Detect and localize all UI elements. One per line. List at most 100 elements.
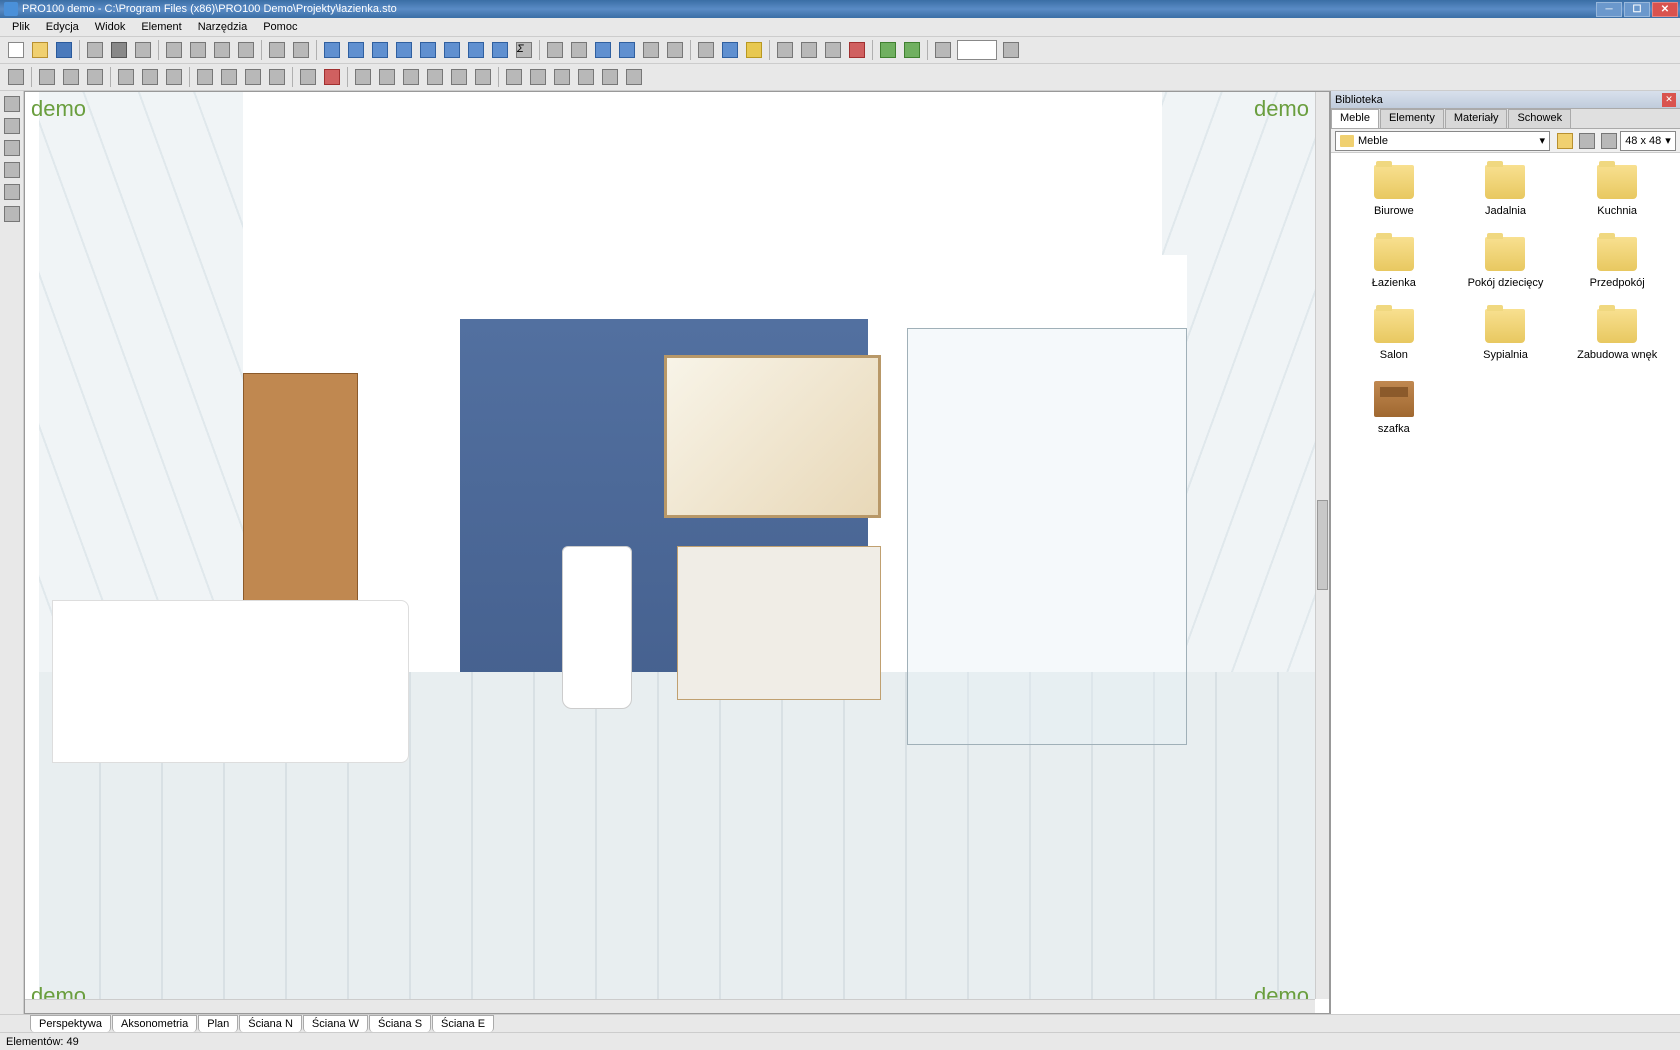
library-item-kuchnia[interactable]: Kuchnia [1566, 165, 1668, 217]
snap-icon[interactable] [5, 66, 27, 88]
minimize-button[interactable]: ─ [1596, 2, 1622, 17]
tool-e-icon[interactable] [640, 39, 662, 61]
tab-plan[interactable]: Plan [198, 1015, 238, 1032]
tab-materialy[interactable]: Materiały [1445, 109, 1508, 128]
tool-f-icon[interactable] [664, 39, 686, 61]
shape2-icon[interactable] [2, 160, 22, 180]
library-item-łazienka[interactable]: Łazienka [1343, 237, 1445, 289]
sel2-icon[interactable] [139, 66, 161, 88]
globe1-icon[interactable] [877, 39, 899, 61]
copy-icon[interactable] [187, 39, 209, 61]
new-icon[interactable] [5, 39, 27, 61]
move-icon[interactable] [242, 66, 264, 88]
tool-a-icon[interactable] [544, 39, 566, 61]
tab-aksonometria[interactable]: Aksonometria [112, 1015, 197, 1032]
align2-icon[interactable] [60, 66, 82, 88]
close-button[interactable]: ✕ [1652, 2, 1678, 17]
library-item-zabudowa-wnęk[interactable]: Zabudowa wnęk [1566, 309, 1668, 361]
icon-size-combo[interactable]: 48 x 48 ▾ [1620, 131, 1676, 151]
tab-elementy[interactable]: Elementy [1380, 109, 1444, 128]
sel1-icon[interactable] [115, 66, 137, 88]
view5-icon[interactable] [441, 39, 463, 61]
zoom-out-icon[interactable] [932, 39, 954, 61]
d2-icon[interactable] [376, 66, 398, 88]
tab-schowek[interactable]: Schowek [1508, 109, 1571, 128]
redo-icon[interactable] [290, 39, 312, 61]
e3-icon[interactable] [551, 66, 573, 88]
ruler-icon[interactable] [822, 39, 844, 61]
library-folder-combo[interactable]: Meble ▾ [1335, 131, 1550, 151]
render1-icon[interactable] [695, 39, 717, 61]
align3-icon[interactable] [84, 66, 106, 88]
library-close-icon[interactable]: ✕ [1662, 93, 1676, 107]
undo-icon[interactable] [266, 39, 288, 61]
zoom-icon[interactable] [2, 204, 22, 224]
tab-perspektywa[interactable]: Perspektywa [30, 1015, 111, 1032]
paste-icon[interactable] [211, 39, 233, 61]
group-icon[interactable] [297, 66, 319, 88]
menu-edycja[interactable]: Edycja [38, 19, 87, 35]
sigma-icon[interactable]: Σ [513, 39, 535, 61]
zoom-in-icon[interactable] [1000, 39, 1022, 61]
grid-view-icon[interactable] [1599, 131, 1619, 151]
view2-icon[interactable] [369, 39, 391, 61]
menu-narzedzia[interactable]: Narzędzia [190, 19, 256, 35]
rot2-icon[interactable] [218, 66, 240, 88]
globe2-icon[interactable] [901, 39, 923, 61]
library-item-pokój-dziecięcy[interactable]: Pokój dziecięcy [1455, 237, 1557, 289]
scrollbar-horizontal[interactable] [25, 999, 1315, 1013]
tab-sciana-s[interactable]: Ściana S [369, 1015, 431, 1032]
grid-icon[interactable] [798, 39, 820, 61]
library-item-sypialnia[interactable]: Sypialnia [1455, 309, 1557, 361]
e6-icon[interactable] [623, 66, 645, 88]
menu-widok[interactable]: Widok [87, 19, 134, 35]
export-icon[interactable] [84, 39, 106, 61]
library-item-salon[interactable]: Salon [1343, 309, 1445, 361]
hand-icon[interactable] [2, 116, 22, 136]
open-icon[interactable] [29, 39, 51, 61]
d1-icon[interactable] [352, 66, 374, 88]
menu-pomoc[interactable]: Pomoc [255, 19, 305, 35]
render2-icon[interactable] [719, 39, 741, 61]
maximize-button[interactable]: ☐ [1624, 2, 1650, 17]
magnet-icon[interactable] [846, 39, 868, 61]
shape3-icon[interactable] [2, 182, 22, 202]
light-icon[interactable] [743, 39, 765, 61]
view4-icon[interactable] [417, 39, 439, 61]
tool-d-icon[interactable] [616, 39, 638, 61]
library-item-jadalnia[interactable]: Jadalnia [1455, 165, 1557, 217]
d3-icon[interactable] [400, 66, 422, 88]
e5-icon[interactable] [599, 66, 621, 88]
up-folder-icon[interactable] [1555, 131, 1575, 151]
rot1-icon[interactable] [194, 66, 216, 88]
d5-icon[interactable] [448, 66, 470, 88]
wand-icon[interactable] [774, 39, 796, 61]
preview-icon[interactable] [132, 39, 154, 61]
d4-icon[interactable] [424, 66, 446, 88]
tool-c-icon[interactable] [592, 39, 614, 61]
scrollbar-vertical[interactable] [1315, 92, 1329, 999]
menu-element[interactable]: Element [133, 19, 189, 35]
save-icon[interactable] [53, 39, 75, 61]
viewport-3d[interactable]: demo demo demo demo [24, 91, 1330, 1014]
view3-icon[interactable] [393, 39, 415, 61]
tab-meble[interactable]: Meble [1331, 109, 1379, 128]
zoom-combo[interactable] [957, 40, 997, 60]
target-icon[interactable] [321, 66, 343, 88]
cut-icon[interactable] [163, 39, 185, 61]
view7-icon[interactable] [489, 39, 511, 61]
d6-icon[interactable] [472, 66, 494, 88]
print-icon[interactable] [108, 39, 130, 61]
tab-sciana-w[interactable]: Ściana W [303, 1015, 368, 1032]
dim-icon[interactable] [321, 39, 343, 61]
sel3-icon[interactable] [163, 66, 185, 88]
paste2-icon[interactable] [235, 39, 257, 61]
e2-icon[interactable] [527, 66, 549, 88]
list-view-icon[interactable] [1577, 131, 1597, 151]
tool-b-icon[interactable] [568, 39, 590, 61]
menu-plik[interactable]: Plik [4, 19, 38, 35]
scroll-thumb[interactable] [1317, 500, 1328, 590]
tab-sciana-n[interactable]: Ściana N [239, 1015, 302, 1032]
e1-icon[interactable] [503, 66, 525, 88]
pointer-icon[interactable] [2, 94, 22, 114]
